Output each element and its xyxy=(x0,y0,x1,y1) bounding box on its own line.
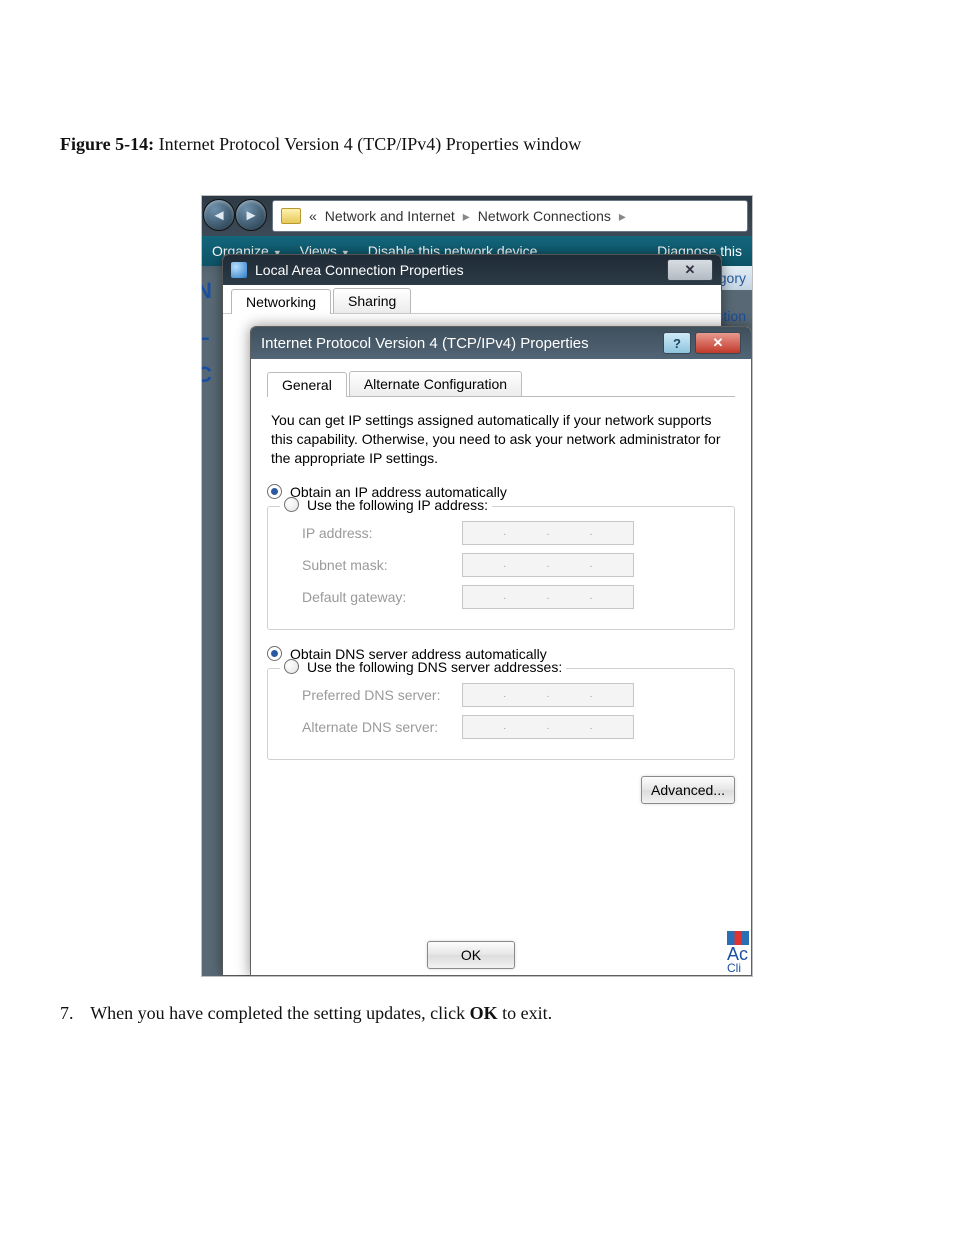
label-subnet-mask: Subnet mask: xyxy=(302,557,462,573)
radio-ip-manual[interactable] xyxy=(284,497,299,512)
ip-fieldset: Use the following IP address: IP address… xyxy=(267,506,735,630)
ipv4-properties-window: Internet Protocol Version 4 (TCP/IPv4) P… xyxy=(250,326,752,976)
radio-dns-manual-label: Use the following DNS server addresses: xyxy=(307,659,562,675)
figure-label: Figure 5-14: xyxy=(60,134,154,154)
tab-general[interactable]: General xyxy=(267,372,347,397)
input-alt-dns[interactable]: ... xyxy=(462,715,634,739)
tab-networking[interactable]: Networking xyxy=(231,289,331,314)
ipv4-titlebar: Internet Protocol Version 4 (TCP/IPv4) P… xyxy=(251,327,751,359)
lac-title: Local Area Connection Properties xyxy=(255,262,464,278)
breadcrumb-seg-1[interactable]: Network and Internet xyxy=(325,208,455,224)
input-subnet-mask[interactable]: ... xyxy=(462,553,634,577)
input-pref-dns[interactable]: ... xyxy=(462,683,634,707)
breadcrumb-tail: ▸ xyxy=(619,208,626,225)
lac-titlebar: Local Area Connection Properties ✕ xyxy=(223,255,721,285)
forward-button[interactable]: ► xyxy=(235,199,267,231)
ipv4-title: Internet Protocol Version 4 (TCP/IPv4) P… xyxy=(261,335,589,352)
close-button[interactable]: ✕ xyxy=(695,332,741,354)
radio-ip-manual-label: Use the following IP address: xyxy=(307,497,488,513)
lac-tabs: Networking Sharing xyxy=(223,285,721,314)
label-ip-address: IP address: xyxy=(302,525,462,541)
figure-caption: Figure 5-14: Internet Protocol Version 4… xyxy=(60,134,894,155)
breadcrumb-chevrons: « xyxy=(309,208,317,224)
breadcrumb-seg-2[interactable]: Network Connections xyxy=(478,208,611,224)
field-alt-dns: Alternate DNS server: ... xyxy=(302,715,722,739)
ok-button[interactable]: OK xyxy=(427,941,515,969)
field-ip-address: IP address: ... xyxy=(302,521,722,545)
ipv4-tabs: General Alternate Configuration xyxy=(267,371,735,397)
network-icon xyxy=(231,262,247,278)
field-subnet-mask: Subnet mask: ... xyxy=(302,553,722,577)
label-pref-dns: Preferred DNS server: xyxy=(302,687,462,703)
step-text-bold: OK xyxy=(470,1003,498,1023)
step-text-post: to exit. xyxy=(498,1003,553,1023)
lac-close-button[interactable]: ✕ xyxy=(667,259,713,281)
advanced-button[interactable]: Advanced... xyxy=(641,776,735,804)
sidebar-fragment: N L C xyxy=(201,270,212,396)
step-number: 7. xyxy=(60,1003,86,1024)
address-bar[interactable]: « Network and Internet ▸ Network Connect… xyxy=(272,200,748,232)
corner-fragment: Ac Cli xyxy=(727,931,749,975)
tab-alt-conf[interactable]: Alternate Configuration xyxy=(349,371,522,396)
step-text-pre: When you have completed the setting upda… xyxy=(90,1003,469,1023)
input-default-gateway[interactable]: ... xyxy=(462,585,634,609)
radio-dns-manual[interactable] xyxy=(284,659,299,674)
dns-fieldset: Use the following DNS server addresses: … xyxy=(267,668,735,760)
radio-dns-manual-row[interactable]: Use the following DNS server addresses: xyxy=(280,659,566,675)
figure-text: Internet Protocol Version 4 (TCP/IPv4) P… xyxy=(159,134,582,154)
help-button[interactable]: ? xyxy=(663,332,691,354)
label-alt-dns: Alternate DNS server: xyxy=(302,719,462,735)
nav-buttons: ◄ ► xyxy=(202,196,268,234)
back-button[interactable]: ◄ xyxy=(203,199,235,231)
folder-icon xyxy=(281,208,301,224)
field-pref-dns: Preferred DNS server: ... xyxy=(302,683,722,707)
input-ip-address[interactable]: ... xyxy=(462,521,634,545)
ipv4-description: You can get IP settings assigned automat… xyxy=(271,411,731,468)
field-default-gateway: Default gateway: ... xyxy=(302,585,722,609)
step-7: 7. When you have completed the setting u… xyxy=(60,1003,894,1024)
flag-icon xyxy=(727,931,749,945)
breadcrumb-sep-1: ▸ xyxy=(463,208,470,225)
screenshot: ◄ ► « Network and Internet ▸ Network Con… xyxy=(201,195,753,977)
tab-sharing[interactable]: Sharing xyxy=(333,288,411,313)
radio-ip-manual-row[interactable]: Use the following IP address: xyxy=(280,497,492,513)
label-default-gateway: Default gateway: xyxy=(302,589,462,605)
